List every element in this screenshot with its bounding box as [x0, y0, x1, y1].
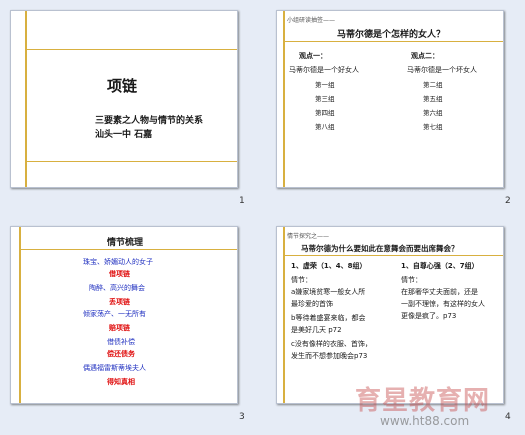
- left-column-line: c没有像样的衣服、首饰，: [291, 340, 372, 348]
- plot-event: 得知真相: [107, 378, 135, 386]
- slide-title: 情节梳理: [107, 238, 144, 248]
- slide-question: 马蒂尔德是个怎样的女人？: [337, 30, 446, 40]
- left-column-line: 是美好几天 p72: [291, 326, 342, 334]
- group-label: 第三组: [315, 95, 335, 103]
- viewpoint-one-line: 马蒂尔德是一个好女人: [289, 66, 359, 74]
- plot-stage: 珠宝、娇媚动人的女子: [83, 258, 153, 266]
- watermark-logo: 育星教育网: [355, 386, 491, 416]
- slide-thumbnail-2[interactable]: 小组研读抽签—— 马蒂尔德是个怎样的女人？ 观点一： 马蒂尔德是一个好女人 第一…: [276, 10, 504, 188]
- plot-event: 借项链: [109, 270, 130, 278]
- slide-number: 2: [505, 196, 511, 206]
- group-label: 第一组: [315, 81, 335, 89]
- plot-event: 偿还债务: [107, 350, 135, 358]
- plot-event: 丢项链: [109, 298, 130, 306]
- group-label: 第七组: [423, 123, 443, 131]
- viewpoint-one-title: 观点一：: [299, 52, 327, 60]
- slide-accent-line: [285, 255, 503, 256]
- slide-accent-line: [19, 227, 21, 403]
- slide-accent-line: [25, 161, 237, 162]
- slide-header: 小组研读抽签——: [287, 17, 336, 24]
- left-column-line: b等待着盛宴来临，都会: [291, 314, 366, 322]
- viewpoint-two-title: 观点二：: [411, 52, 439, 60]
- slide-accent-line: [283, 11, 285, 187]
- left-column-line: a嫌家境贫寒一般女人所: [291, 288, 366, 296]
- left-column-line: 情节：: [291, 276, 312, 284]
- group-label: 第六组: [423, 109, 443, 117]
- slide-thumbnail-4[interactable]: 情节探究之—— 马蒂尔德为什么要如此在意舞会而要出席舞会？ 1、虚荣（1、4、8…: [276, 226, 504, 404]
- plot-stage: 陶醉、高兴的舞会: [89, 284, 145, 292]
- right-column-line: 在那奢华丈夫面前，还是: [401, 288, 478, 296]
- left-column-line: 最珍爱的首饰: [291, 300, 333, 308]
- watermark-url: www.ht88.com: [380, 414, 470, 428]
- slide-title: 项链: [107, 77, 138, 95]
- slide-thumbnail-3[interactable]: 情节梳理 珠宝、娇媚动人的女子 借项链 陶醉、高兴的舞会 丢项链 倾家荡产、一无…: [10, 226, 238, 404]
- right-column-line: 更像是疯了。p73: [401, 312, 457, 320]
- slide-accent-line: [285, 41, 503, 42]
- slide-number: 3: [239, 412, 245, 422]
- slide-accent-line: [283, 227, 285, 403]
- viewpoint-two-line: 马蒂尔德是一个坏女人: [407, 66, 477, 74]
- plot-stage: 偶遇福雷斯蒂埃夫人: [83, 364, 146, 372]
- right-column-title: 1、自尊心强（2、7组）: [401, 262, 479, 270]
- left-column-line: 发生而不想参加晚会p73: [291, 352, 368, 360]
- group-label: 第四组: [315, 109, 335, 117]
- group-label: 第二组: [423, 81, 443, 89]
- plot-stage: 借债补偿: [107, 338, 135, 346]
- slide-accent-line: [25, 49, 237, 50]
- plot-stage: 倾家荡产、一无所有: [83, 310, 146, 318]
- left-column-title: 1、虚荣（1、4、8组）: [291, 262, 367, 270]
- slide-question: 马蒂尔德为什么要如此在意舞会而要出席舞会？: [301, 244, 459, 253]
- group-label: 第五组: [423, 95, 443, 103]
- slide-author: 汕头一中 石嘉: [95, 130, 153, 140]
- slide-subtitle: 三要素之人物与情节的关系: [95, 116, 204, 126]
- slide-number: 1: [239, 196, 245, 206]
- slide-header: 情节探究之——: [287, 233, 330, 240]
- slide-number: 4: [505, 412, 511, 422]
- plot-event: 赔项链: [109, 324, 130, 332]
- slide-accent-line: [19, 249, 237, 250]
- right-column-line: 一副不理惊，有这样的女人: [401, 300, 485, 308]
- slide-thumbnail-1[interactable]: 项链 三要素之人物与情节的关系 汕头一中 石嘉: [10, 10, 238, 188]
- group-label: 第八组: [315, 123, 335, 131]
- right-column-line: 情节：: [401, 276, 422, 284]
